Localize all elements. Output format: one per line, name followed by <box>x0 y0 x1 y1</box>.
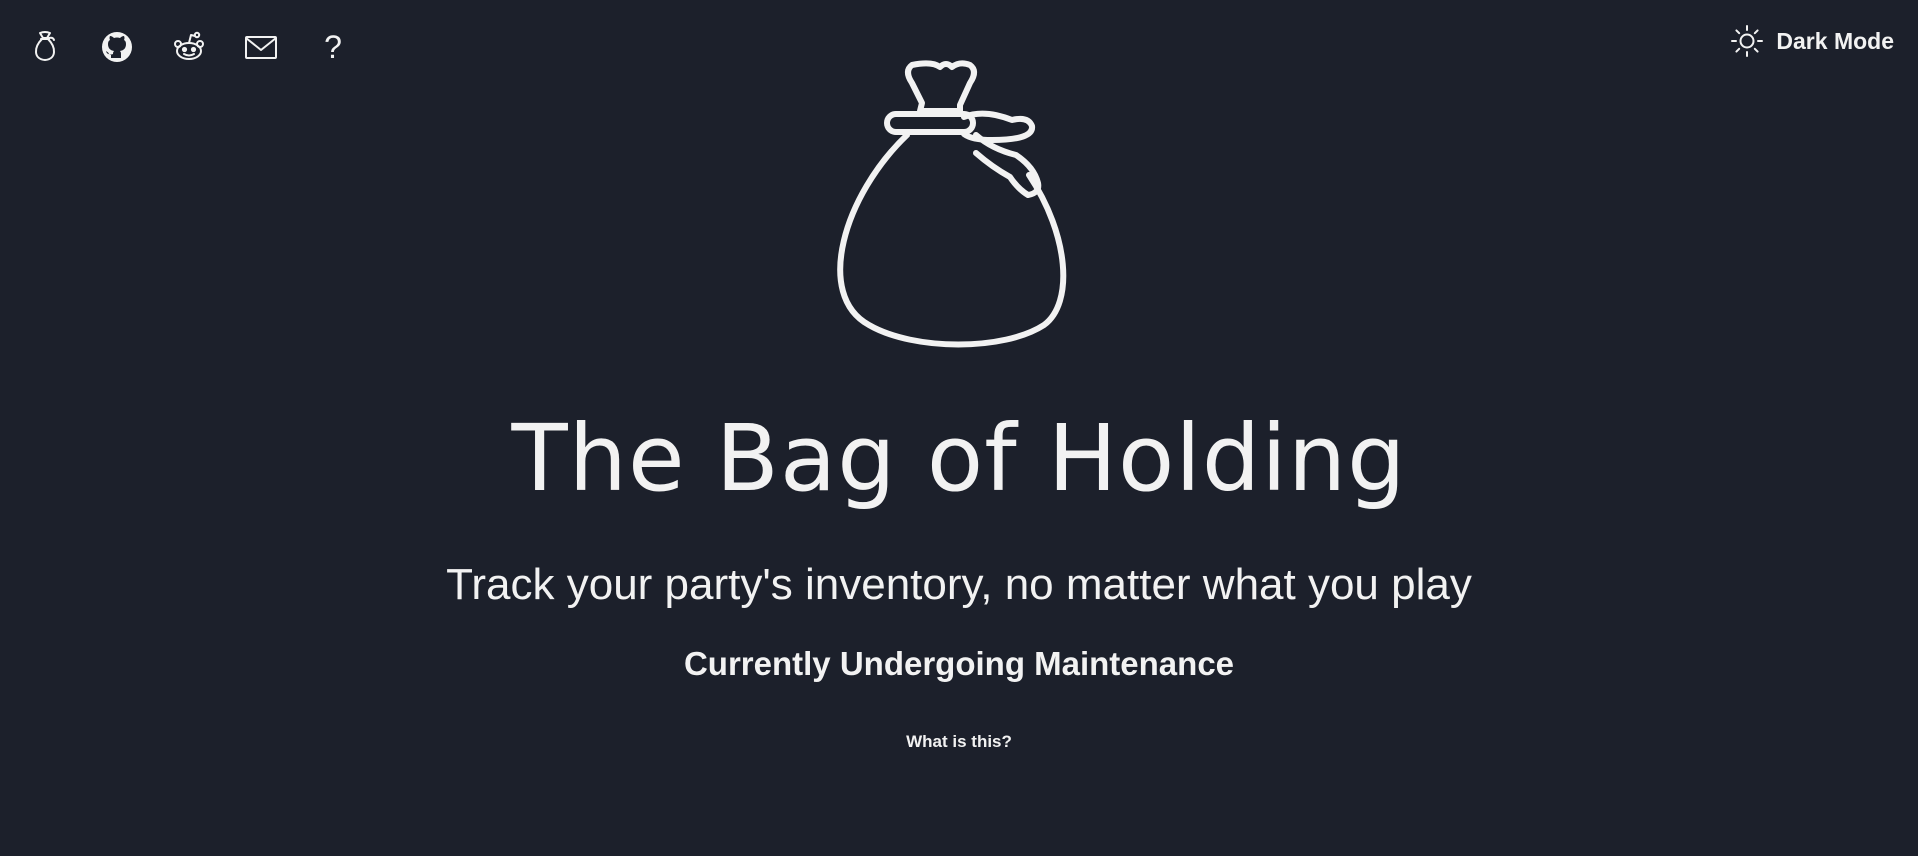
page-title: The Bag of Holding <box>511 405 1407 512</box>
theme-toggle-label: Dark Mode <box>1776 27 1894 54</box>
theme-toggle-button[interactable]: Dark Mode <box>1730 24 1894 58</box>
hero-section: The Bag of Holding Track your party's in… <box>0 55 1918 752</box>
what-is-this-link[interactable]: What is this? <box>906 732 1012 752</box>
sun-icon <box>1731 25 1764 57</box>
tagline: Track your party's inventory, no matter … <box>446 560 1472 609</box>
bag-of-holding-icon <box>837 60 1067 348</box>
maintenance-notice: Currently Undergoing Maintenance <box>683 645 1235 682</box>
